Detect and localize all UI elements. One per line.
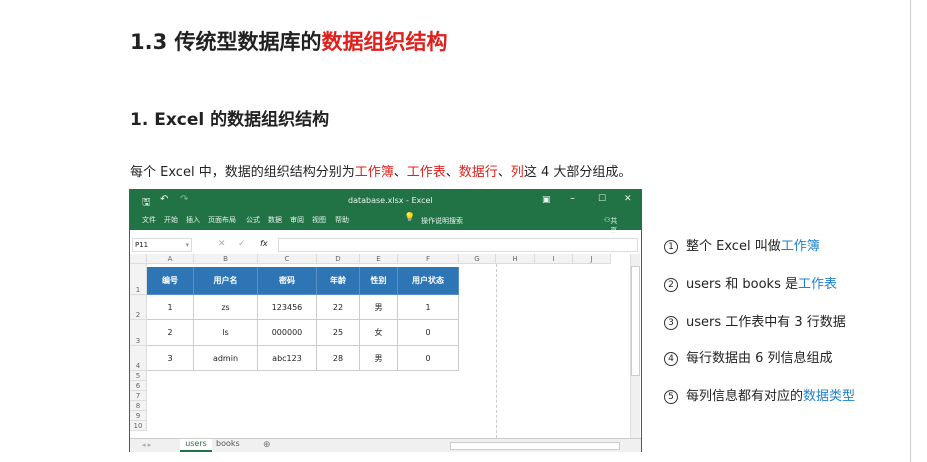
ribbon-display-icon[interactable]: ▣: [542, 195, 551, 205]
column-header[interactable]: J: [573, 254, 611, 264]
row-header[interactable]: 5: [130, 371, 147, 381]
row-header[interactable]: 4: [130, 346, 147, 371]
insert-function-button[interactable]: fx: [260, 239, 268, 248]
cancel-icon[interactable]: ✕: [218, 239, 226, 249]
title-bar: 🖫 ↶ ↷ database.xlsx - Excel ▣ – ☐ ✕ 文件 开始…: [130, 190, 641, 235]
scroll-tabs-arrows[interactable]: ◂ ▸: [142, 441, 151, 449]
window-title: database.xlsx - Excel: [348, 196, 433, 205]
page-title: 1.3 传统型数据库的数据组织结构: [130, 30, 448, 54]
row-header[interactable]: 2: [130, 295, 147, 320]
table-header-cell[interactable]: 年龄: [317, 267, 360, 295]
ribbon-tab[interactable]: 插入: [186, 215, 200, 225]
section-title: 1. Excel 的数据组织结构: [130, 110, 330, 130]
tell-me-search[interactable]: 操作说明搜索: [421, 216, 463, 226]
row-header[interactable]: 9: [130, 411, 147, 421]
table-cell[interactable]: admin: [194, 346, 258, 371]
list-item: 1 整个 Excel 叫做工作簿: [664, 235, 820, 254]
excel-window: 🖫 ↶ ↷ database.xlsx - Excel ▣ – ☐ ✕ 文件 开始…: [129, 189, 642, 452]
ribbon-tab[interactable]: 数据: [268, 215, 282, 225]
column-header[interactable]: B: [194, 254, 258, 264]
column-header[interactable]: I: [535, 254, 573, 264]
maximize-icon[interactable]: ☐: [598, 194, 606, 204]
ribbon-tab[interactable]: 视图: [312, 215, 326, 225]
table-cell[interactable]: 123456: [258, 295, 317, 320]
row-header[interactable]: 8: [130, 401, 147, 411]
formula-bar: P11 ▾ ✕ ✓ fx: [130, 236, 641, 254]
formula-input[interactable]: [278, 238, 638, 252]
undo-icon[interactable]: ↶: [160, 194, 168, 205]
table-cell[interactable]: 3: [147, 346, 194, 371]
horizontal-scrollbar[interactable]: [450, 442, 620, 450]
table-cell[interactable]: 25: [317, 320, 360, 346]
intro-paragraph: 每个 Excel 中，数据的组织结构分别为工作簿、工作表、数据行、列这 4 大部…: [130, 165, 632, 180]
circled-number: 4: [664, 352, 678, 366]
row-header[interactable]: 3: [130, 320, 147, 346]
share-button[interactable]: ⚇ 共享: [604, 216, 617, 235]
sheet-tab-books[interactable]: books: [216, 439, 240, 448]
row-header[interactable]: 6: [130, 381, 147, 391]
redo-icon[interactable]: ↷: [180, 194, 188, 205]
close-icon[interactable]: ✕: [624, 194, 632, 204]
table-cell[interactable]: 女: [360, 320, 398, 346]
list-item: 2 users 和 books 是工作表: [664, 273, 837, 292]
table-cell[interactable]: 男: [360, 295, 398, 320]
ribbon-tab[interactable]: 审阅: [290, 215, 304, 225]
table-cell[interactable]: zs: [194, 295, 258, 320]
table-cell[interactable]: 22: [317, 295, 360, 320]
column-header[interactable]: E: [360, 254, 398, 264]
page-edge: [910, 0, 911, 462]
table-cell[interactable]: 000000: [258, 320, 317, 346]
list-item: 3 users 工作表中有 3 行数据: [664, 311, 846, 330]
ribbon-tab[interactable]: 开始: [164, 215, 178, 225]
sheet-tab-users[interactable]: users: [180, 439, 212, 452]
ribbon-tab[interactable]: 公式: [246, 215, 260, 225]
ribbon-tab[interactable]: 页面布局: [208, 215, 236, 225]
minimize-icon[interactable]: –: [570, 193, 575, 204]
circled-number: 1: [664, 240, 678, 254]
circled-number: 5: [664, 390, 678, 404]
save-icon[interactable]: 🖫: [142, 195, 151, 212]
column-header[interactable]: D: [317, 254, 360, 264]
sheet-tabs-bar: ◂ ▸ users books ⊕: [130, 438, 641, 452]
lightbulb-icon: 💡: [404, 213, 416, 223]
add-sheet-icon[interactable]: ⊕: [263, 440, 271, 450]
table-cell[interactable]: 1: [398, 295, 459, 320]
table-cell[interactable]: ls: [194, 320, 258, 346]
name-box[interactable]: P11 ▾: [132, 238, 192, 252]
select-all[interactable]: [130, 254, 147, 264]
page-break-line: [496, 264, 497, 438]
enter-icon[interactable]: ✓: [238, 239, 246, 249]
table-cell[interactable]: 2: [147, 320, 194, 346]
list-item: 5 每列信息都有对应的数据类型: [664, 385, 855, 404]
ribbon-tab[interactable]: 文件: [142, 215, 156, 225]
table-header-cell[interactable]: 密码: [258, 267, 317, 295]
table-cell[interactable]: 1: [147, 295, 194, 320]
table-cell[interactable]: 28: [317, 346, 360, 371]
vertical-scrollbar[interactable]: [630, 254, 640, 438]
table-header-cell[interactable]: 编号: [147, 267, 194, 295]
row-header[interactable]: 7: [130, 391, 147, 401]
table-header-cell[interactable]: 性别: [360, 267, 398, 295]
table-header-cell[interactable]: 用户状态: [398, 267, 459, 295]
row-header[interactable]: 1: [130, 264, 147, 295]
table-cell[interactable]: 0: [398, 346, 459, 371]
circled-number: 2: [664, 278, 678, 292]
list-item: 4 每行数据由 6 列信息组成: [664, 347, 833, 366]
column-header[interactable]: F: [398, 254, 459, 264]
column-header[interactable]: C: [258, 254, 317, 264]
table-cell[interactable]: 男: [360, 346, 398, 371]
table-cell[interactable]: 0: [398, 320, 459, 346]
column-header[interactable]: H: [496, 254, 535, 264]
ribbon-tab[interactable]: 帮助: [335, 215, 349, 225]
row-header[interactable]: 10: [130, 421, 147, 431]
column-header[interactable]: G: [459, 254, 496, 264]
table-cell[interactable]: abc123: [258, 346, 317, 371]
table-header-cell[interactable]: 用户名: [194, 267, 258, 295]
column-header[interactable]: A: [147, 254, 194, 264]
circled-number: 3: [664, 316, 678, 330]
